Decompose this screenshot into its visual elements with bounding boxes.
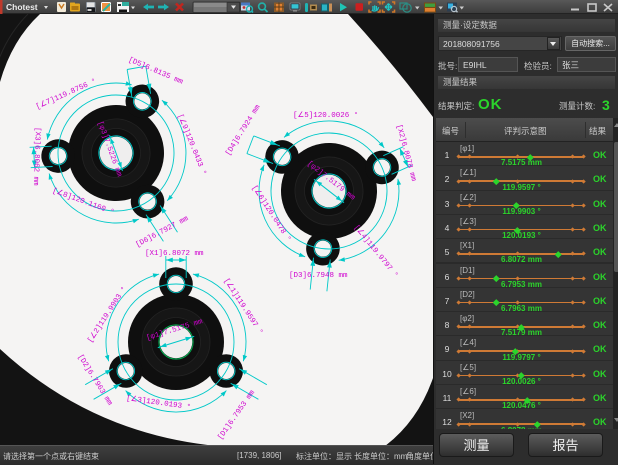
svg-text:[∠5]120.0026 °: [∠5]120.0026 °: [293, 111, 358, 120]
svg-text:[X1]6.8072 mm: [X1]6.8072 mm: [145, 250, 204, 258]
svg-text:[D3]6.7948 mm: [D3]6.7948 mm: [289, 272, 348, 280]
svg-text:Chotest: Chotest: [6, 2, 38, 12]
